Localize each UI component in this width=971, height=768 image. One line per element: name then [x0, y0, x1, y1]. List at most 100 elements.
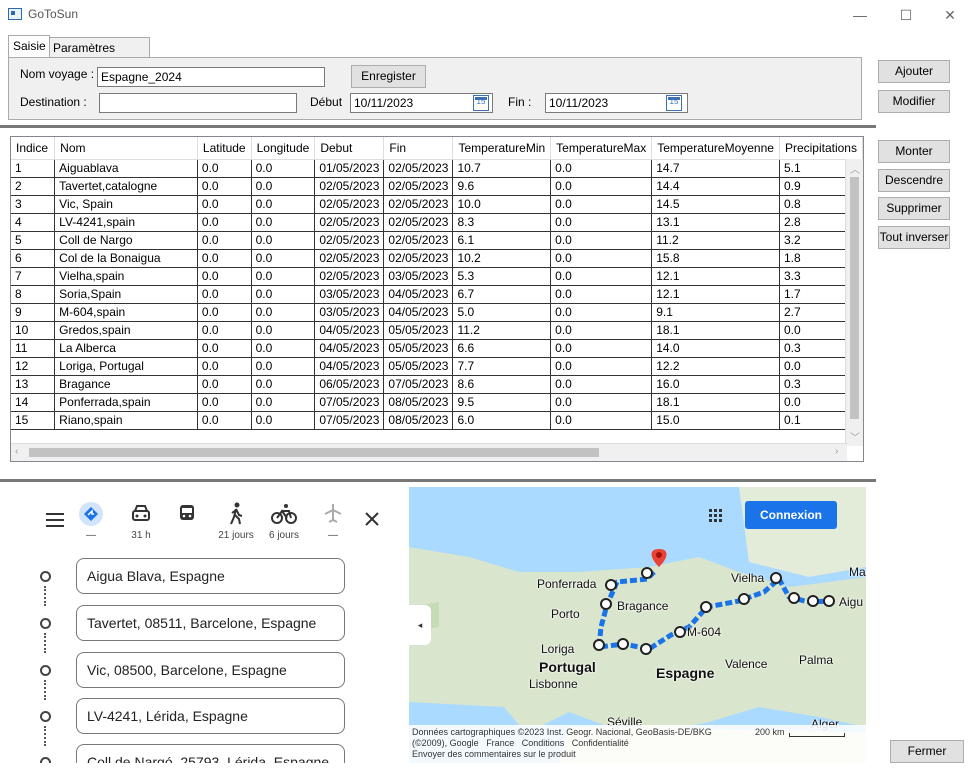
- table-cell[interactable]: 02/05/2023: [383, 177, 454, 196]
- table-cell[interactable]: 12.1: [651, 267, 780, 286]
- table-cell[interactable]: 0.0: [550, 195, 653, 214]
- supprimer-button[interactable]: Supprimer: [878, 197, 950, 220]
- table-cell[interactable]: 18.1: [651, 321, 780, 340]
- table-cell[interactable]: 02/05/2023: [314, 177, 385, 196]
- table-row[interactable]: 5 Coll de Nargo 0.0 0.0 02/05/2023 02/05/2023…: [11, 231, 863, 250]
- table-cell[interactable]: 0.0: [251, 375, 316, 394]
- table-cell[interactable]: 14.0: [651, 339, 780, 358]
- table-cell[interactable]: 0.0: [251, 321, 316, 340]
- table-cell[interactable]: 02/05/2023: [383, 195, 454, 214]
- close-icon[interactable]: [363, 510, 381, 528]
- table-cell[interactable]: Soria,Spain: [54, 285, 198, 304]
- table-cell[interactable]: 0.0: [251, 267, 316, 286]
- table-cell[interactable]: 14.7: [651, 159, 780, 178]
- horizontal-scroll-thumb[interactable]: [29, 448, 599, 457]
- menu-icon[interactable]: [46, 513, 64, 527]
- table-cell[interactable]: 0.0: [197, 411, 252, 430]
- table-cell[interactable]: 6.1: [452, 231, 552, 250]
- table-cell[interactable]: 0.0: [550, 249, 653, 268]
- scroll-left-icon[interactable]: ‹: [15, 446, 18, 457]
- map-link-confidentialite[interactable]: Confidentialité: [572, 738, 629, 748]
- table-cell[interactable]: 0.0: [197, 159, 252, 178]
- destination-input[interactable]: [99, 93, 297, 113]
- tout-inverser-button[interactable]: Tout inverser: [878, 226, 950, 249]
- table-cell[interactable]: 9.5: [452, 393, 552, 412]
- table-cell[interactable]: 0.0: [251, 213, 316, 232]
- table-cell[interactable]: 11: [11, 339, 56, 358]
- table-cell[interactable]: 0.0: [550, 159, 653, 178]
- table-cell[interactable]: 2: [11, 177, 56, 196]
- table-cell[interactable]: 6.7: [452, 285, 552, 304]
- table-cell[interactable]: 0.0: [197, 285, 252, 304]
- table-cell[interactable]: 0.0: [197, 393, 252, 412]
- mode-flight[interactable]: —: [318, 501, 348, 541]
- table-cell[interactable]: 0.0: [251, 249, 316, 268]
- table-cell[interactable]: Col de la Bonaigua: [54, 249, 198, 268]
- splitter-top[interactable]: [0, 125, 876, 128]
- table-cell[interactable]: 0.0: [197, 195, 252, 214]
- table-row[interactable]: 4 LV-4241,spain 0.0 0.0 02/05/2023 02/05/2023…: [11, 213, 863, 232]
- table-cell[interactable]: 9.1: [651, 303, 780, 322]
- column-header[interactable]: Debut: [314, 137, 385, 160]
- tab-saisie[interactable]: Saisie: [8, 35, 50, 57]
- table-cell[interactable]: Vic, Spain: [54, 195, 198, 214]
- table-cell[interactable]: 03/05/2023: [314, 303, 385, 322]
- table-cell[interactable]: 5: [11, 231, 56, 250]
- table-cell[interactable]: 02/05/2023: [314, 249, 385, 268]
- table-row[interactable]: 13 Bragance 0.0 0.0 06/05/2023 07/05/2023 8.6 0…: [11, 375, 863, 394]
- table-cell[interactable]: 15: [11, 411, 56, 430]
- mode-best[interactable]: —: [76, 501, 106, 541]
- map-link-france[interactable]: France: [486, 738, 514, 748]
- column-header[interactable]: Latitude: [197, 137, 252, 160]
- table-cell[interactable]: 0.0: [197, 321, 252, 340]
- table-cell[interactable]: 0.0: [251, 393, 316, 412]
- descendre-button[interactable]: Descendre: [878, 169, 950, 192]
- table-row[interactable]: 11 La Alberca 0.0 0.0 04/05/2023 05/05/2023 6.…: [11, 339, 863, 358]
- table-cell[interactable]: 12.1: [651, 285, 780, 304]
- table-cell[interactable]: Vielha,spain: [54, 267, 198, 286]
- table-cell[interactable]: 05/05/2023: [383, 339, 454, 358]
- table-cell[interactable]: 0.0: [197, 375, 252, 394]
- debut-date-picker[interactable]: 10/11/2023: [350, 93, 493, 113]
- table-row[interactable]: 7 Vielha,spain 0.0 0.0 02/05/2023 03/05/2023 5…: [11, 267, 863, 286]
- column-header[interactable]: Indice: [11, 137, 56, 160]
- table-cell[interactable]: 9.6: [452, 177, 552, 196]
- table-cell[interactable]: 4: [11, 213, 56, 232]
- scroll-right-icon[interactable]: ›: [835, 446, 838, 457]
- minimize-button[interactable]: —: [845, 4, 875, 26]
- table-cell[interactable]: 04/05/2023: [383, 303, 454, 322]
- table-cell[interactable]: 02/05/2023: [383, 159, 454, 178]
- table-cell[interactable]: 0.0: [550, 339, 653, 358]
- table-cell[interactable]: 16.0: [651, 375, 780, 394]
- table-cell[interactable]: 05/05/2023: [383, 321, 454, 340]
- tab-parametres-meteo[interactable]: Paramètres météo: [48, 37, 150, 75]
- table-cell[interactable]: 04/05/2023: [314, 321, 385, 340]
- table-cell[interactable]: 03/05/2023: [383, 267, 454, 286]
- table-cell[interactable]: 14: [11, 393, 56, 412]
- table-cell[interactable]: 8.6: [452, 375, 552, 394]
- close-button[interactable]: ✕: [935, 4, 965, 26]
- table-cell[interactable]: 3: [11, 195, 56, 214]
- table-cell[interactable]: 15.0: [651, 411, 780, 430]
- table-cell[interactable]: 7: [11, 267, 56, 286]
- table-cell[interactable]: 0.0: [550, 321, 653, 340]
- column-header[interactable]: Nom: [54, 137, 198, 160]
- collapse-panel-button[interactable]: ◂: [409, 605, 431, 645]
- table-cell[interactable]: Aiguablava: [54, 159, 198, 178]
- table-cell[interactable]: 6.0: [452, 411, 552, 430]
- table-cell[interactable]: Coll de Nargo: [54, 231, 198, 250]
- table-cell[interactable]: M-604,spain: [54, 303, 198, 322]
- column-header[interactable]: Precipitations: [779, 137, 863, 160]
- vertical-scroll-thumb[interactable]: [850, 177, 859, 419]
- table-cell[interactable]: 01/05/2023: [314, 159, 385, 178]
- table-cell[interactable]: 06/05/2023: [314, 375, 385, 394]
- table-cell[interactable]: 0.0: [251, 231, 316, 250]
- table-cell[interactable]: La Alberca: [54, 339, 198, 358]
- table-cell[interactable]: 0.0: [251, 339, 316, 358]
- table-cell[interactable]: 02/05/2023: [383, 231, 454, 250]
- table-row[interactable]: 6 Col de la Bonaigua 0.0 0.0 02/05/2023 02/05…: [11, 249, 863, 268]
- fermer-button[interactable]: Fermer: [890, 740, 964, 763]
- table-cell[interactable]: Loriga, Portugal: [54, 357, 198, 376]
- scroll-down-icon[interactable]: ﹀: [850, 429, 860, 444]
- table-cell[interactable]: 0.0: [251, 285, 316, 304]
